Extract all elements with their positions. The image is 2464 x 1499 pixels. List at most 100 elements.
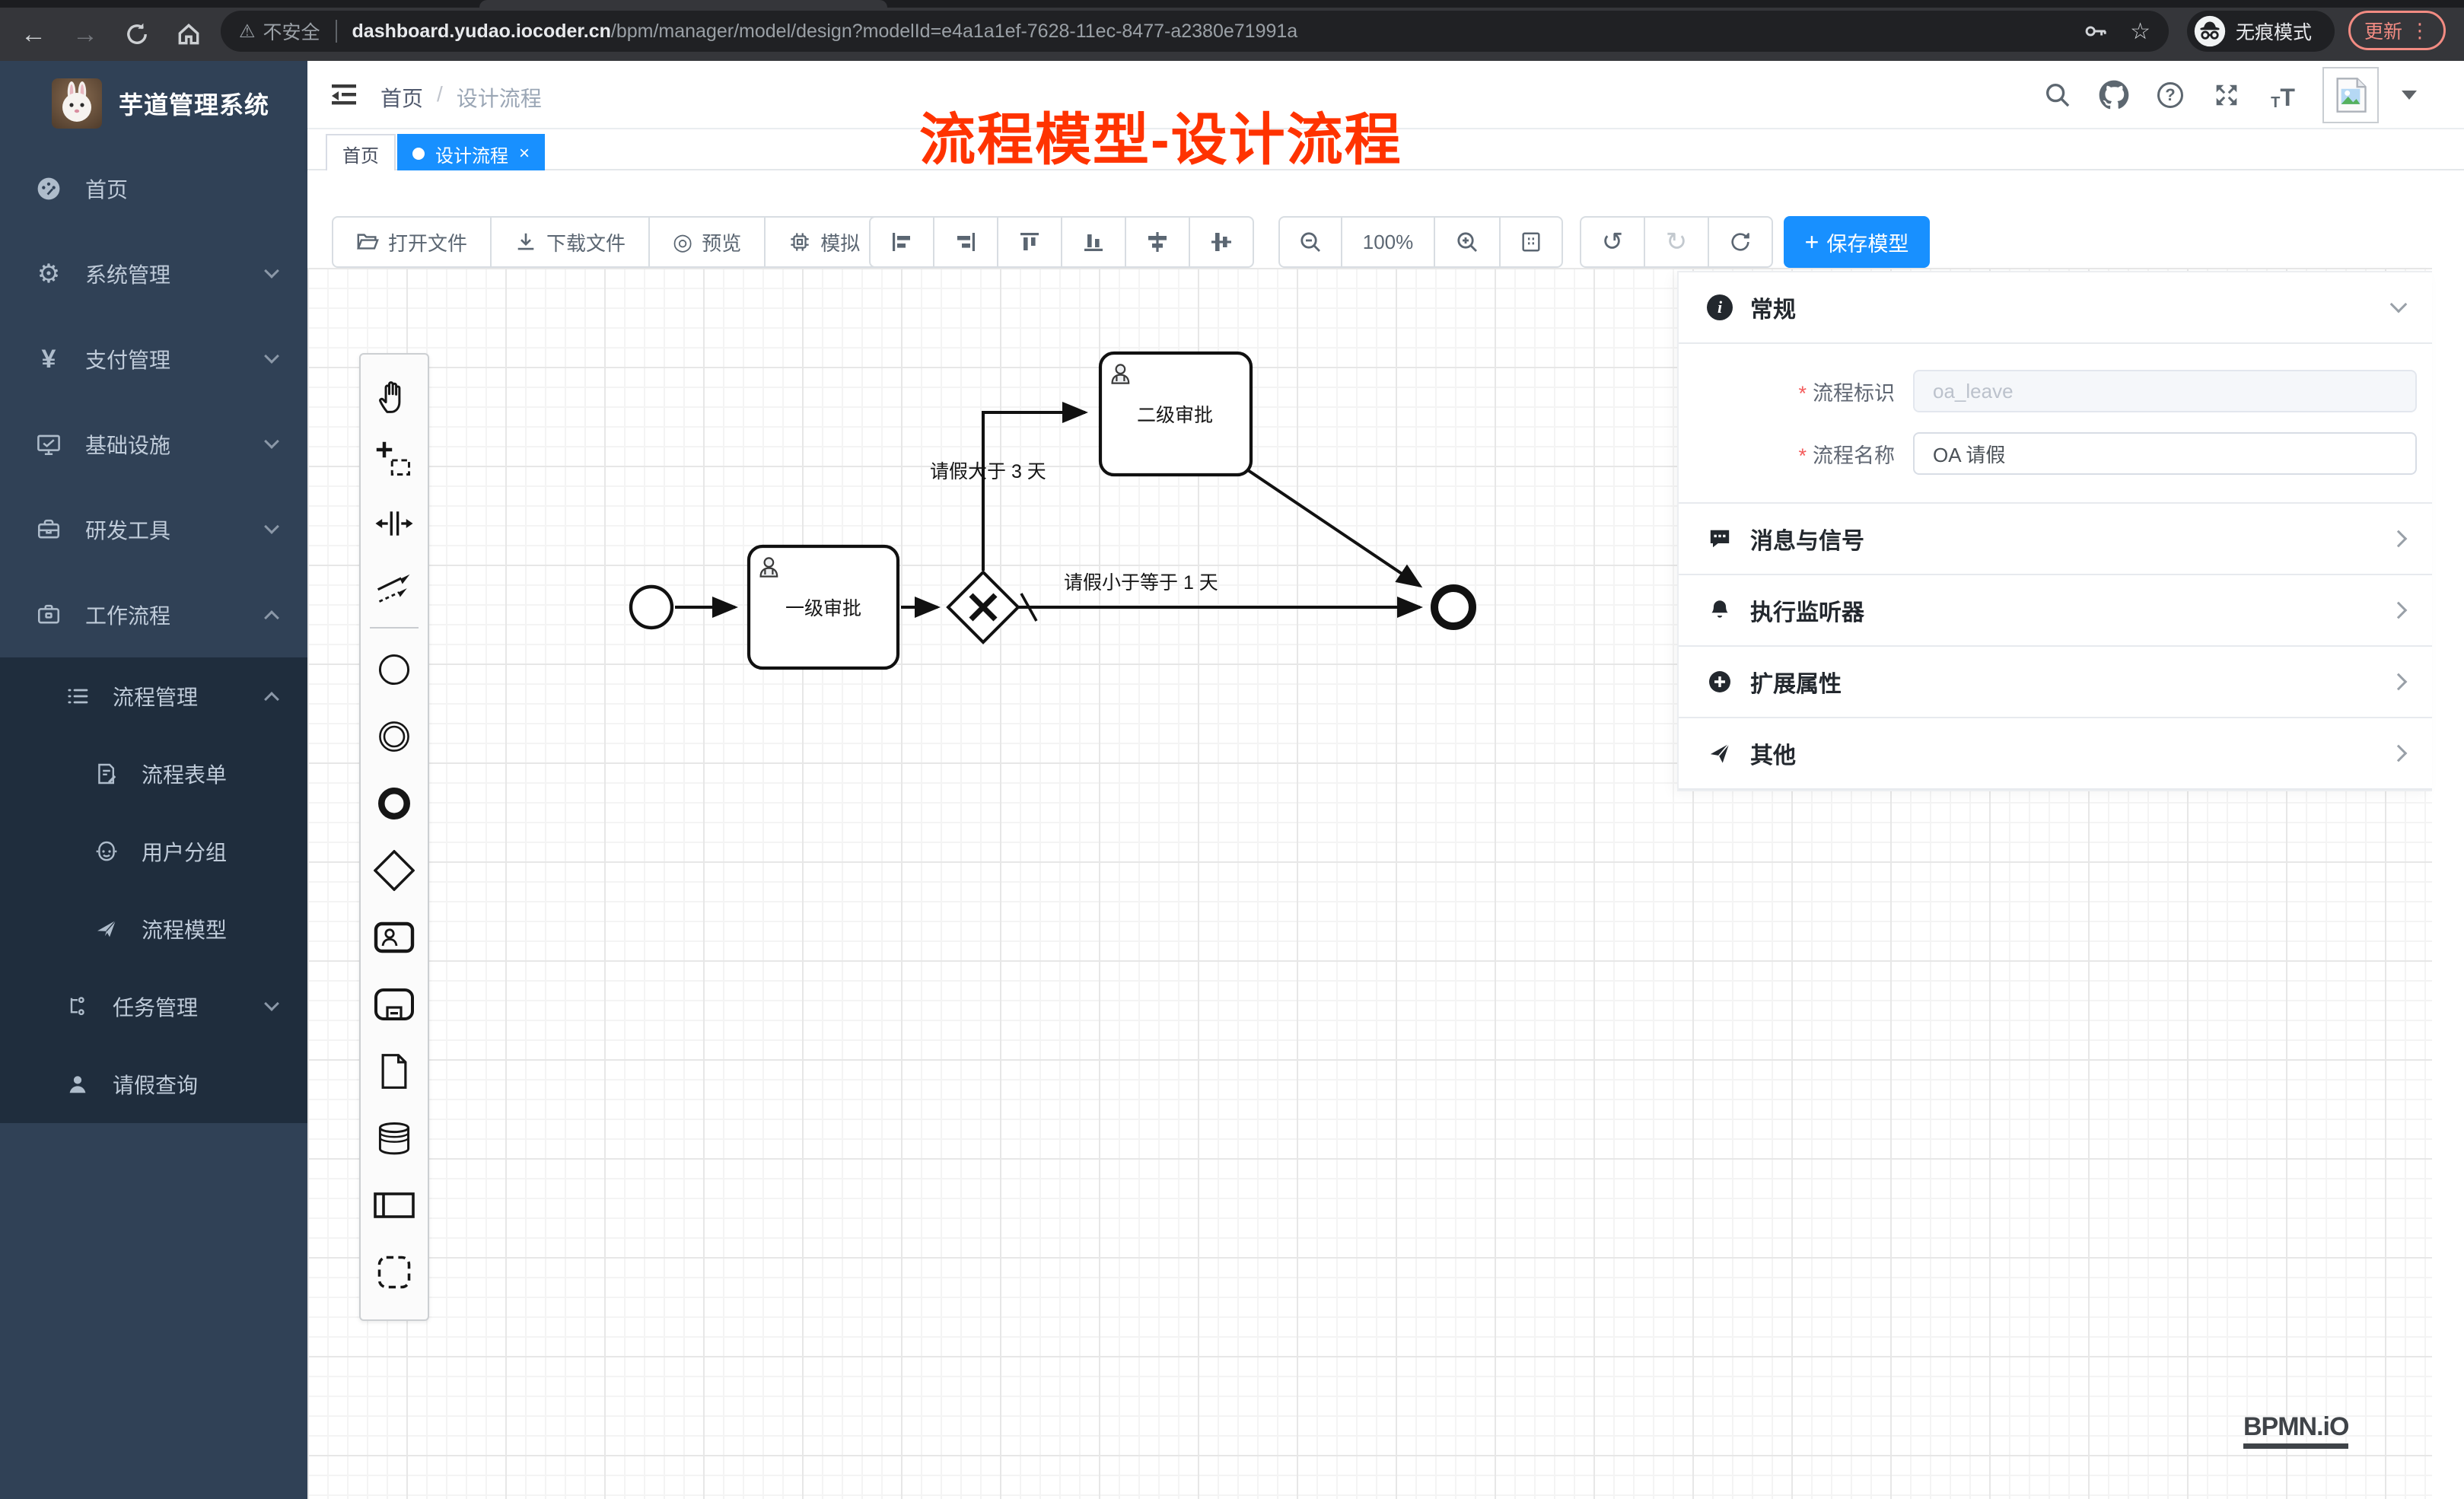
redo-button[interactable]: ↻ (1644, 216, 1709, 268)
browser-menu-kebab-icon[interactable]: ⋮ (2410, 19, 2430, 43)
sidebar-item-system[interactable]: ⚙ 系统管理 (0, 231, 307, 317)
align-right-button[interactable] (933, 216, 998, 268)
tag-label: 设计流程 (435, 141, 508, 167)
sidebar-item-label: 任务管理 (113, 991, 198, 1022)
avatar-caret-icon[interactable] (2402, 91, 2417, 100)
tag-home[interactable]: 首页 (326, 134, 396, 173)
sidebar-item-label: 研发工具 (85, 514, 170, 545)
tag-design-process[interactable]: 设计流程 × (397, 134, 545, 173)
bookmark-star-icon[interactable]: ☆ (2130, 18, 2150, 45)
zoom-reset-button[interactable] (1499, 216, 1563, 268)
sidebar-item-leave-query[interactable]: 请假查询 (0, 1045, 307, 1123)
dashboard-icon (30, 175, 67, 202)
sidebar-item-payment[interactable]: ¥ 支付管理 (0, 317, 307, 402)
toolbox-icon (30, 517, 67, 543)
exclusive-gateway[interactable] (948, 572, 1018, 642)
simulate-button[interactable]: 模拟 (764, 216, 884, 268)
user-task-level1[interactable]: 一级审批 (749, 546, 898, 668)
browser-home-button[interactable] (170, 16, 207, 53)
panel-section-extended-attrs[interactable]: 扩展属性 (1679, 647, 2432, 718)
sidebar-item-home[interactable]: 首页 (0, 146, 307, 231)
robot-face-icon (90, 839, 123, 864)
sidebar-item-process-form[interactable]: 流程表单 (0, 735, 307, 813)
zoom-out-button[interactable] (1278, 216, 1342, 268)
flow-task2-to-end[interactable] (1248, 470, 1420, 586)
search-icon[interactable] (2041, 78, 2074, 112)
process-name-input[interactable] (1913, 432, 2417, 475)
refresh-icon (1729, 231, 1752, 253)
button-label: 打开文件 (388, 228, 467, 256)
url-bar[interactable]: ⚠ 不安全 dashboard.yudao.iocoder.cn /bpm/ma… (221, 11, 2169, 52)
button-label: 预览 (702, 228, 741, 256)
app-logo-row[interactable]: 芋道管理系统 (0, 61, 307, 146)
org-flow-icon (61, 995, 94, 1019)
sidebar-item-infra[interactable]: 基础设施 (0, 402, 307, 487)
align-left-button[interactable] (869, 216, 934, 268)
help-icon[interactable]: ? (2154, 78, 2187, 112)
form-edit-icon (90, 762, 123, 786)
sidebar-item-devtools[interactable]: 研发工具 (0, 487, 307, 572)
sidebar-item-process-model[interactable]: 流程模型 (0, 890, 307, 968)
panel-section-execution-listener[interactable]: 执行监听器 (1679, 575, 2432, 647)
button-label: 模拟 (820, 228, 860, 256)
font-size-icon[interactable]: TT (2266, 78, 2300, 112)
process-key-input[interactable] (1913, 370, 2417, 412)
github-icon[interactable] (2097, 78, 2131, 112)
bpmn-io-logo[interactable]: BPMN.iO (2243, 1412, 2348, 1449)
folder-open-icon (356, 231, 379, 253)
panel-section-other[interactable]: 其他 (1679, 718, 2432, 790)
zoom-out-icon (1298, 230, 1323, 254)
browser-active-tab[interactable] (479, 0, 887, 8)
zoom-in-icon (1455, 230, 1479, 254)
active-dot (412, 148, 425, 160)
broken-image-icon (2331, 75, 2370, 115)
task2-label: 二级审批 (1137, 405, 1213, 426)
flow-label-gt3: 请假大于 3 天 (930, 461, 1046, 482)
sidebar-item-process-mgmt[interactable]: 流程管理 (0, 657, 307, 735)
end-event[interactable] (1434, 588, 1472, 626)
sidebar-item-workflow[interactable]: 工作流程 (0, 572, 307, 657)
align-center-vertical-button[interactable] (1189, 216, 1254, 268)
start-event[interactable] (631, 587, 672, 628)
chevron-up-icon (264, 610, 279, 625)
panel-section-general[interactable]: i 常规 (1679, 272, 2432, 344)
user-icon (61, 1072, 94, 1096)
chevron-down-icon (264, 263, 279, 278)
right-scroll-gutter[interactable] (2432, 268, 2464, 1499)
chevron-down-icon (2390, 296, 2408, 313)
breadcrumb-home[interactable]: 首页 (380, 82, 423, 113)
sidebar-item-user-group[interactable]: 用户分组 (0, 813, 307, 890)
align-center-horizontal-button[interactable] (1125, 216, 1190, 268)
rabbit-logo-icon (52, 78, 102, 129)
preview-button[interactable]: ◎ 预览 (648, 216, 766, 268)
browser-back-button[interactable]: ← (15, 16, 52, 53)
user-task-level2[interactable]: 二级审批 (1100, 353, 1251, 475)
fullscreen-icon[interactable] (2210, 78, 2243, 112)
align-top-button[interactable] (997, 216, 1062, 268)
sidebar-item-label: 流程表单 (142, 759, 227, 789)
browser-update-button[interactable]: 更新 ⋮ (2348, 11, 2446, 50)
restart-button[interactable] (1708, 216, 1773, 268)
workflow-submenu: 流程管理 流程表单 用户分组 流程模型 (0, 657, 307, 1123)
chip-icon (788, 231, 811, 253)
panel-section-message-signal[interactable]: 消息与信号 (1679, 504, 2432, 575)
avatar[interactable] (2322, 67, 2379, 123)
section-title: 消息与信号 (1750, 522, 1864, 555)
download-file-button[interactable]: 下载文件 (490, 216, 650, 268)
close-icon[interactable]: × (519, 143, 530, 164)
browser-reload-button[interactable] (119, 16, 155, 53)
monitor-icon (30, 431, 67, 457)
zoom-in-button[interactable] (1434, 216, 1501, 268)
sidebar-collapse-button[interactable] (329, 79, 359, 110)
undo-button[interactable]: ↺ (1580, 216, 1645, 268)
browser-forward-button[interactable]: → (67, 16, 103, 53)
flow-gateway-to-task2[interactable] (983, 412, 1085, 571)
open-file-button[interactable]: 打开文件 (332, 216, 492, 268)
save-model-button[interactable]: + 保存模型 (1784, 216, 1930, 268)
sidebar-item-task-mgmt[interactable]: 任务管理 (0, 968, 307, 1045)
download-icon (514, 231, 537, 253)
chevron-down-icon (264, 996, 279, 1011)
align-bottom-button[interactable] (1061, 216, 1126, 268)
password-key-icon[interactable] (2083, 18, 2109, 44)
align-top-icon (1017, 230, 1042, 254)
